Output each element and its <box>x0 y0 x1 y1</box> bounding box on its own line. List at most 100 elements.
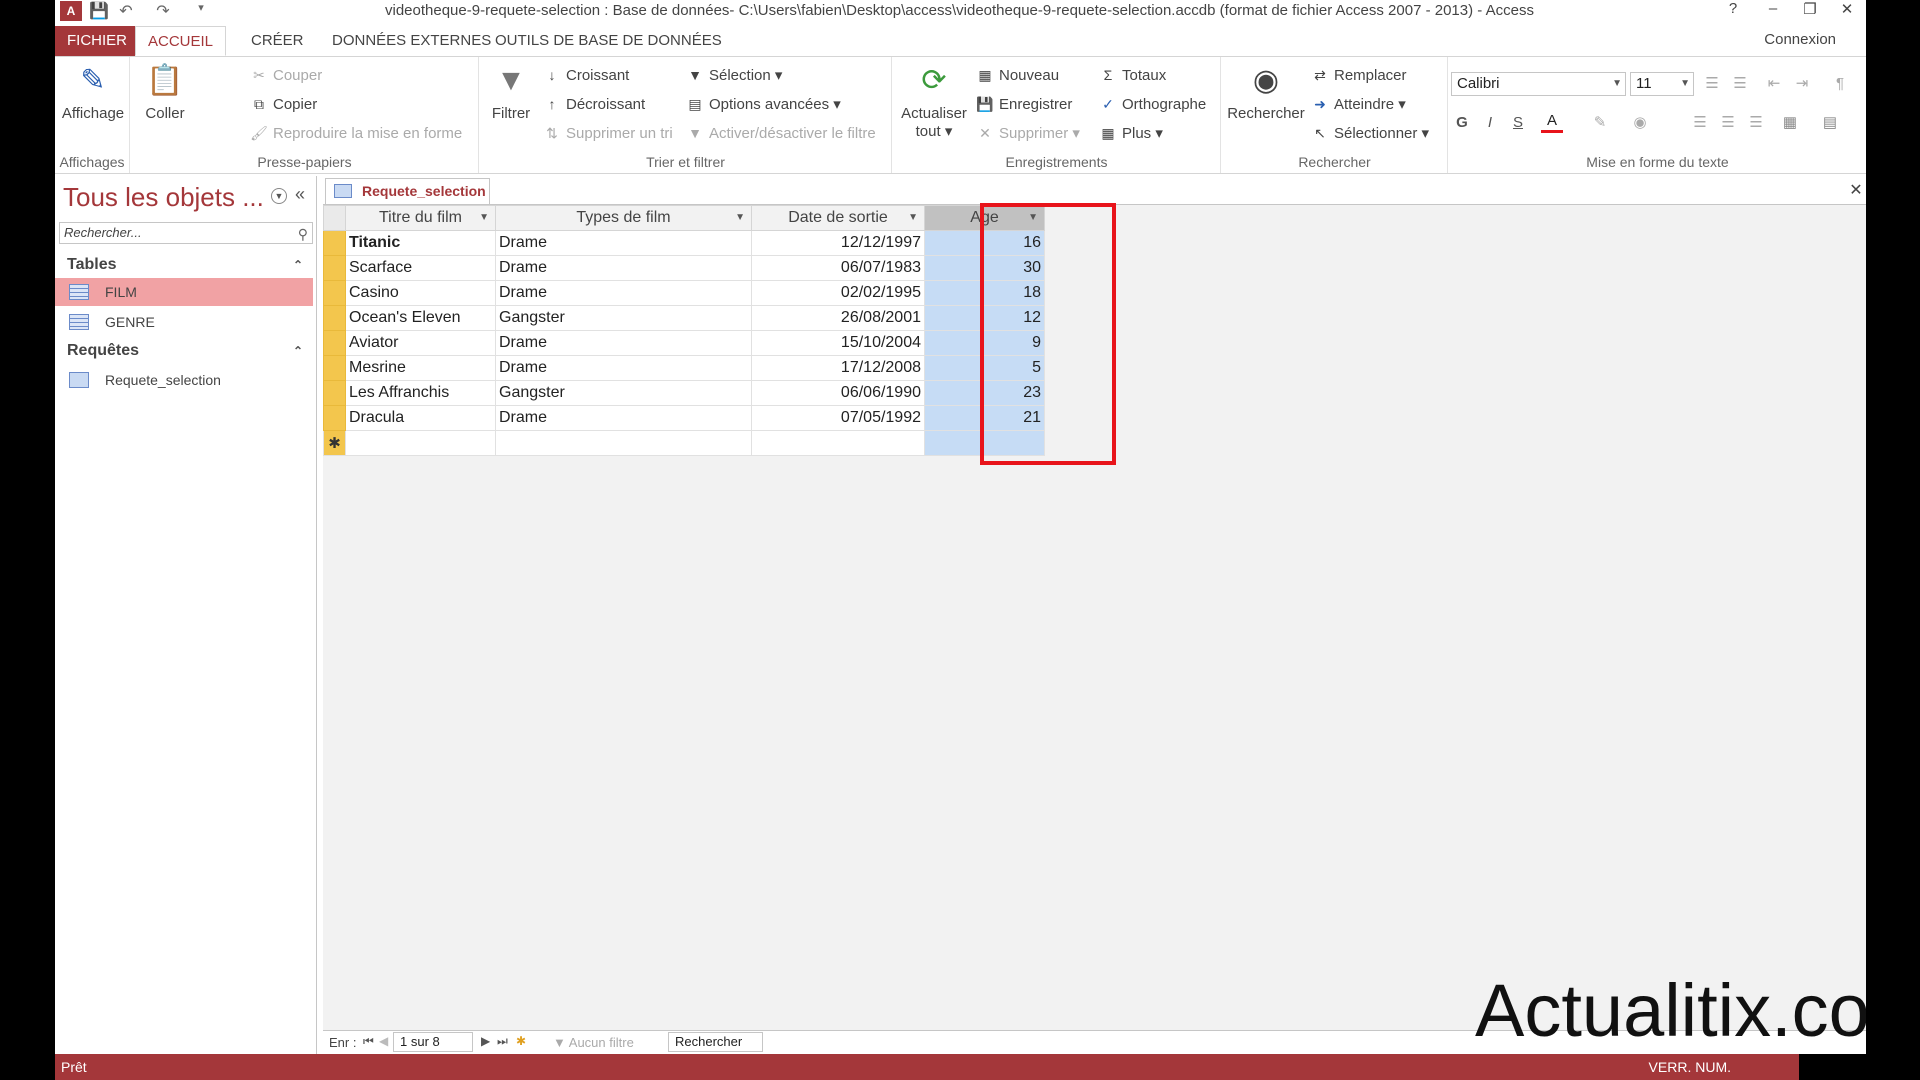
cell-titre[interactable]: Ocean's Eleven <box>345 305 496 331</box>
tab-fichier[interactable]: FICHIER <box>55 26 139 56</box>
table-row[interactable]: Mesrine Drame 17/12/2008 5 <box>323 355 1045 381</box>
cell-type[interactable]: Drame <box>495 280 752 306</box>
fill-color-icon[interactable]: ◉ <box>1629 111 1651 135</box>
cell-date[interactable]: 06/06/1990 <box>751 380 925 406</box>
column-dropdown-icon[interactable]: ▼ <box>479 212 489 223</box>
cell-titre[interactable]: Dracula <box>345 405 496 431</box>
record-selector[interactable] <box>323 280 346 306</box>
filtrer-button[interactable]: ▼ Filtrer <box>486 61 536 122</box>
decrease-indent-icon[interactable]: ⇤ <box>1763 72 1785 96</box>
first-record-icon[interactable]: ⏮ <box>363 1034 374 1049</box>
nav-search-input[interactable]: Rechercher... ⚲ <box>59 222 313 244</box>
column-dropdown-icon[interactable]: ▼ <box>735 212 745 223</box>
column-header-date[interactable]: Date de sortie ▼ <box>751 205 925 231</box>
supprimer-tri-button[interactable]: ⇅ Supprimer un tri <box>542 121 673 145</box>
collapse-up-icon[interactable]: ⌃ <box>293 252 303 278</box>
collapse-up-icon[interactable]: ⌃ <box>293 338 303 364</box>
remplacer-button[interactable]: ⇄ Remplacer <box>1310 63 1406 87</box>
paragraph-icon[interactable]: ¶ <box>1829 72 1851 96</box>
cell-date[interactable]: 15/10/2004 <box>751 330 925 356</box>
totaux-button[interactable]: Σ Totaux <box>1098 63 1167 87</box>
supprimer-button[interactable]: ✕ Supprimer ▾ <box>975 121 1080 145</box>
connexion-link[interactable]: Connexion <box>1764 31 1836 48</box>
cell-titre[interactable]: Aviator <box>345 330 496 356</box>
atteindre-button[interactable]: ➜ Atteindre ▾ <box>1310 92 1406 116</box>
couper-button[interactable]: ✂ Couper <box>249 63 322 87</box>
close-document-icon[interactable]: ✕ <box>1846 180 1866 200</box>
numbering-icon[interactable]: ☰ <box>1729 72 1751 96</box>
cell-date[interactable]: 26/08/2001 <box>751 305 925 331</box>
current-record-field[interactable]: 1 sur 8 <box>393 1032 473 1052</box>
bold-button[interactable]: G <box>1451 111 1473 135</box>
save-icon[interactable]: 💾 <box>88 1 110 21</box>
collapse-pane-icon[interactable]: « <box>295 184 305 205</box>
highlight-icon[interactable]: ✎ <box>1589 111 1611 135</box>
customize-qat-icon[interactable]: ▾ <box>190 1 212 21</box>
cell-type[interactable]: Drame <box>495 355 752 381</box>
tab-outils-base-de-donnees[interactable]: OUTILS DE BASE DE DONNÉES <box>483 26 734 56</box>
no-filter-indicator[interactable]: ▼ Aucun filtre <box>553 1035 634 1050</box>
increase-indent-icon[interactable]: ⇥ <box>1791 72 1813 96</box>
nav-pane-title[interactable]: Tous les objets ... <box>63 182 264 213</box>
column-dropdown-icon[interactable]: ▼ <box>908 212 918 223</box>
nav-item-film[interactable]: FILM <box>55 278 313 306</box>
nouveau-button[interactable]: ▦ Nouveau <box>975 63 1059 87</box>
table-row[interactable]: Dracula Drame 07/05/1992 21 <box>323 405 1045 431</box>
table-row[interactable]: Aviator Drame 15/10/2004 9 <box>323 330 1045 356</box>
record-selector[interactable] <box>323 305 346 331</box>
tab-donnees-externes[interactable]: DONNÉES EXTERNES <box>320 26 503 56</box>
bullets-icon[interactable]: ☰ <box>1701 72 1723 96</box>
align-center-icon[interactable]: ☰ <box>1717 111 1739 135</box>
column-header-types[interactable]: Types de film ▼ <box>495 205 752 231</box>
record-selector[interactable] <box>323 255 346 281</box>
underline-button[interactable]: S <box>1507 111 1529 135</box>
cell-type[interactable]: Drame <box>495 330 752 356</box>
record-selector[interactable] <box>323 330 346 356</box>
plus-button[interactable]: ▦ Plus ▾ <box>1098 121 1163 145</box>
nav-category-requetes[interactable]: Requêtes ⌃ <box>55 338 317 364</box>
minimize-button[interactable]: – <box>1758 0 1788 22</box>
cell-titre[interactable] <box>345 430 496 456</box>
table-row[interactable]: Titanic Drame 12/12/1997 16 <box>323 230 1045 256</box>
cell-date[interactable]: 12/12/1997 <box>751 230 925 256</box>
search-icon[interactable]: ⚲ <box>298 224 308 244</box>
table-row[interactable]: Ocean's Eleven Gangster 26/08/2001 12 <box>323 305 1045 331</box>
cell-titre[interactable]: Scarface <box>345 255 496 281</box>
new-record-row[interactable]: ✱ <box>323 430 1045 456</box>
orthographe-button[interactable]: ✓ Orthographe <box>1098 92 1206 116</box>
record-selector[interactable] <box>323 355 346 381</box>
actualiser-tout-button[interactable]: ⟳ Actualiser tout ▾ <box>899 61 969 140</box>
nav-item-genre[interactable]: GENRE <box>55 308 313 336</box>
column-header-titre[interactable]: Titre du film ▼ <box>345 205 496 231</box>
undo-icon[interactable]: ↶ <box>115 1 137 21</box>
new-record-marker[interactable]: ✱ <box>323 430 346 456</box>
cell-date[interactable]: 07/05/1992 <box>751 405 925 431</box>
table-row[interactable]: Scarface Drame 06/07/1983 30 <box>323 255 1045 281</box>
font-size-combo[interactable]: 11 ▼ <box>1630 72 1694 96</box>
cell-titre[interactable]: Les Affranchis <box>345 380 496 406</box>
selectionner-button[interactable]: ↖ Sélectionner ▾ <box>1310 121 1429 145</box>
cell-titre[interactable]: Mesrine <box>345 355 496 381</box>
cell-titre[interactable]: Casino <box>345 280 496 306</box>
nav-options-icon[interactable]: ▼ <box>271 188 287 204</box>
new-record-icon[interactable]: ✱ <box>516 1034 526 1048</box>
rechercher-button[interactable]: ◉ Rechercher <box>1226 61 1306 122</box>
table-row[interactable]: Les Affranchis Gangster 06/06/1990 23 <box>323 380 1045 406</box>
redo-icon[interactable]: ↷ <box>152 1 174 21</box>
record-selector[interactable] <box>323 230 346 256</box>
cell-date[interactable] <box>751 430 925 456</box>
cell-date[interactable]: 17/12/2008 <box>751 355 925 381</box>
cell-date[interactable]: 06/07/1983 <box>751 255 925 281</box>
cell-type[interactable]: Drame <box>495 230 752 256</box>
options-avancees-button[interactable]: ▤ Options avancées ▾ <box>685 92 840 116</box>
record-selector[interactable] <box>323 405 346 431</box>
reproduire-button[interactable]: 🖌 Reproduire la mise en forme <box>249 121 462 145</box>
document-tab-requete-selection[interactable]: Requete_selection <box>325 178 490 204</box>
table-row[interactable]: Casino Drame 02/02/1995 18 <box>323 280 1045 306</box>
select-all-corner[interactable] <box>323 205 346 231</box>
restore-button[interactable]: ❐ <box>1795 0 1825 22</box>
nav-category-tables[interactable]: Tables ⌃ <box>55 252 317 278</box>
cell-type[interactable]: Drame <box>495 405 752 431</box>
font-name-combo[interactable]: Calibri ▼ <box>1451 72 1626 96</box>
croissant-button[interactable]: ↓ Croissant <box>542 63 630 87</box>
